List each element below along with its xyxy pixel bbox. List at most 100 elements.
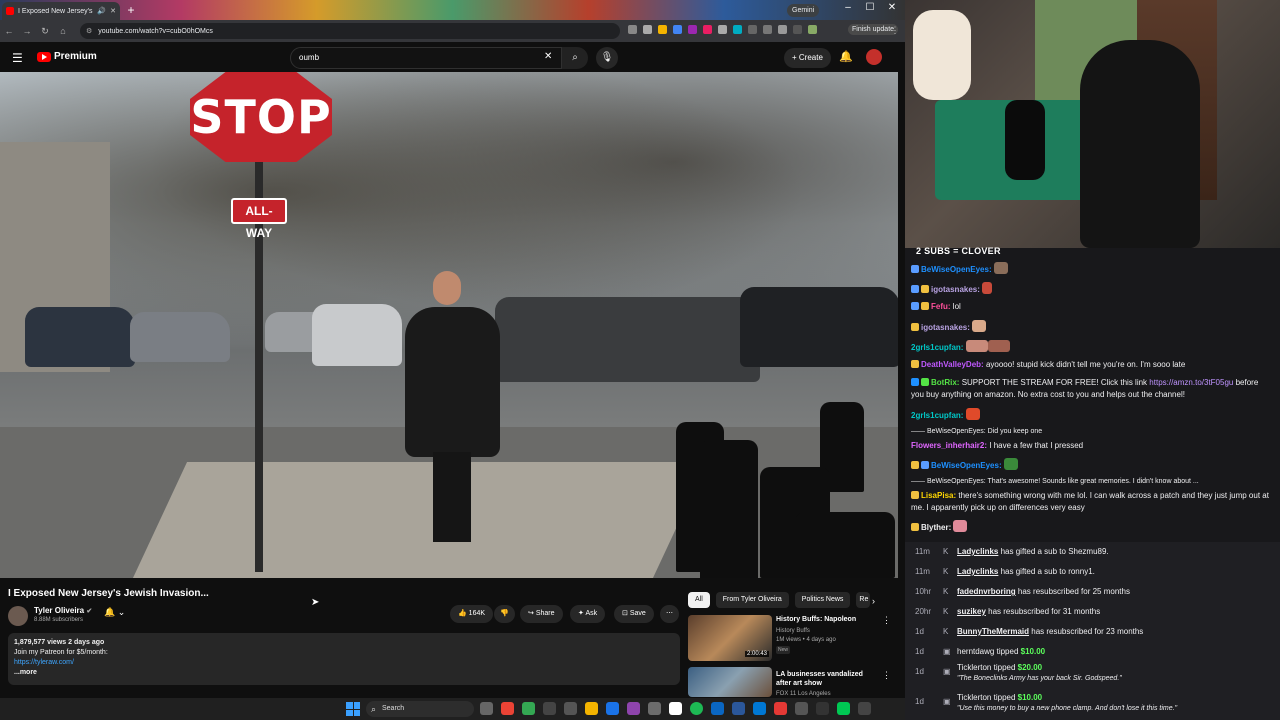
chat-username[interactable]: 2grls1cupfan: — [911, 411, 963, 420]
windows-start-icon[interactable] — [346, 702, 360, 716]
back-icon[interactable]: ← — [0, 26, 18, 36]
extension-icon[interactable] — [748, 25, 757, 34]
chat-username[interactable]: Flowers_inherhair2: — [911, 441, 987, 450]
recommendation-item[interactable]: 2:00:43 History Buffs: Napoleon History … — [688, 615, 893, 665]
extension-icon[interactable] — [688, 25, 697, 34]
chat-username[interactable]: igotasnakes: — [921, 323, 970, 332]
show-more-link[interactable]: ...more — [14, 668, 674, 678]
more-actions-button[interactable]: ⋯ — [660, 605, 679, 623]
file-explorer-icon[interactable] — [585, 702, 598, 715]
chevron-right-icon[interactable]: › — [872, 596, 875, 606]
search-button[interactable]: ⌕ — [562, 47, 588, 69]
close-tab-icon[interactable]: ✕ — [110, 7, 116, 15]
reload-icon[interactable]: ↻ — [36, 26, 54, 37]
home-icon[interactable]: ⌂ — [54, 26, 72, 36]
extension-icon[interactable] — [658, 25, 667, 34]
event-user[interactable]: Ladyclinks — [957, 547, 998, 556]
app-icon[interactable] — [543, 702, 556, 715]
chat-username[interactable]: DeathValleyDeb: — [921, 360, 984, 369]
app-icon[interactable] — [606, 702, 619, 715]
browser-tab[interactable]: I Exposed New Jersey's Jew 🔊 ✕ — [2, 2, 120, 20]
voice-search-button[interactable]: 🎙 — [596, 47, 618, 69]
chat-username[interactable]: Fefu: — [931, 302, 951, 311]
menu-icon[interactable]: ☰ — [12, 51, 23, 65]
app-icon[interactable] — [564, 702, 577, 715]
subscribed-bell-button[interactable]: 🔔 ⌄ — [104, 607, 125, 618]
taskbar-search[interactable]: Search — [366, 701, 474, 717]
amazon-link[interactable]: https://amzn.to/3tF05gu — [1149, 378, 1233, 387]
chat-username[interactable]: igotasnakes: — [931, 285, 980, 294]
forward-icon[interactable]: → — [18, 26, 36, 36]
app-icon[interactable] — [837, 702, 850, 715]
extension-icon[interactable] — [718, 25, 727, 34]
new-tab-button[interactable]: + — [124, 4, 138, 18]
audio-icon[interactable]: 🔊 — [97, 7, 106, 15]
event-user[interactable]: Ticklerton — [957, 663, 991, 672]
url-field[interactable]: ⚙ youtube.com/watch?v=cubO0hOMcs — [80, 23, 620, 39]
clear-search-icon[interactable]: ✕ — [544, 51, 552, 62]
extension-icon[interactable] — [733, 25, 742, 34]
chat-username[interactable]: BeWiseOpenEyes: — [931, 461, 1002, 470]
chip-related[interactable]: Re — [856, 592, 871, 608]
ask-button[interactable]: ✦ Ask — [570, 605, 606, 623]
download-icon[interactable] — [793, 25, 802, 34]
extension-icon[interactable] — [703, 25, 712, 34]
chip-politics-news[interactable]: Politics News — [794, 592, 851, 608]
app-icon[interactable] — [795, 702, 808, 715]
chat-username[interactable]: LisaPisa: — [921, 491, 956, 500]
patreon-link[interactable]: https://tyleraw.com/ — [14, 659, 74, 666]
app-icon[interactable] — [858, 702, 871, 715]
chip-from-channel[interactable]: From Tyler Oliveira — [715, 592, 789, 608]
spotify-icon[interactable] — [690, 702, 703, 715]
gemini-button[interactable]: Gemini — [787, 4, 820, 17]
event-user[interactable]: BunnyTheMermaid — [957, 627, 1029, 636]
chrome-icon[interactable] — [522, 702, 535, 715]
app-icon[interactable] — [669, 702, 682, 715]
event-user[interactable]: Ladyclinks — [957, 567, 998, 576]
chat-username[interactable]: 2grls1cupfan: — [911, 343, 963, 352]
account-avatar[interactable] — [866, 49, 882, 65]
search-input[interactable]: oumb — [290, 47, 562, 69]
puzzle-icon[interactable] — [763, 25, 772, 34]
event-user[interactable]: suzikey — [957, 607, 986, 616]
chat-username[interactable]: BotRix: — [931, 378, 959, 387]
event-user[interactable]: herntdawg — [957, 647, 994, 656]
task-view-icon[interactable] — [480, 702, 493, 715]
word-icon[interactable] — [732, 702, 745, 715]
youtube-logo[interactable]: Premium — [37, 51, 97, 62]
chat-username[interactable]: BeWiseOpenEyes: — [921, 265, 992, 274]
app-icon[interactable] — [774, 702, 787, 715]
app-icon[interactable] — [648, 702, 661, 715]
chip-all[interactable]: All — [688, 592, 710, 608]
more-options-icon[interactable]: ⋮ — [882, 615, 891, 626]
edge-icon[interactable] — [753, 702, 766, 715]
channel-avatar[interactable] — [8, 606, 28, 626]
channel-name[interactable]: Tyler Oliveira ✔ — [34, 606, 92, 615]
event-user[interactable]: Ticklerton — [957, 693, 991, 702]
extension-icon[interactable] — [673, 25, 682, 34]
more-options-icon[interactable]: ⋮ — [882, 670, 891, 681]
description-box[interactable]: 1,879,577 views 2 days ago Join my Patre… — [8, 633, 680, 685]
minimize-icon[interactable]: – — [838, 2, 858, 13]
menu-dots-icon[interactable]: ⋮ — [886, 25, 904, 36]
bookmark-star-icon[interactable] — [643, 25, 652, 34]
like-button[interactable]: 👍 164K — [450, 605, 494, 623]
share-button[interactable]: ↪ Share — [520, 605, 563, 623]
event-user[interactable]: fadednvrboring — [957, 587, 1016, 596]
app-icon[interactable] — [711, 702, 724, 715]
create-button[interactable]: + Create — [784, 48, 831, 68]
close-window-icon[interactable]: ✕ — [882, 2, 902, 13]
profile-icon[interactable] — [808, 25, 817, 34]
video-player[interactable]: STOP ALL-WAY — [0, 72, 898, 578]
recommendation-item[interactable]: LA businesses vandalized after art show … — [688, 667, 893, 697]
site-info-icon[interactable]: ⚙ — [86, 27, 92, 35]
sidebar-icon[interactable] — [778, 25, 787, 34]
notifications-icon[interactable]: 🔔 — [839, 50, 853, 63]
extension-icon[interactable] — [628, 25, 637, 34]
app-icon[interactable] — [816, 702, 829, 715]
chat-username[interactable]: Blyther: — [921, 523, 951, 532]
save-button[interactable]: ⊡ Save — [614, 605, 654, 623]
maximize-icon[interactable]: ☐ — [860, 2, 880, 13]
app-icon[interactable] — [627, 702, 640, 715]
dislike-button[interactable]: 👎 — [494, 605, 515, 623]
